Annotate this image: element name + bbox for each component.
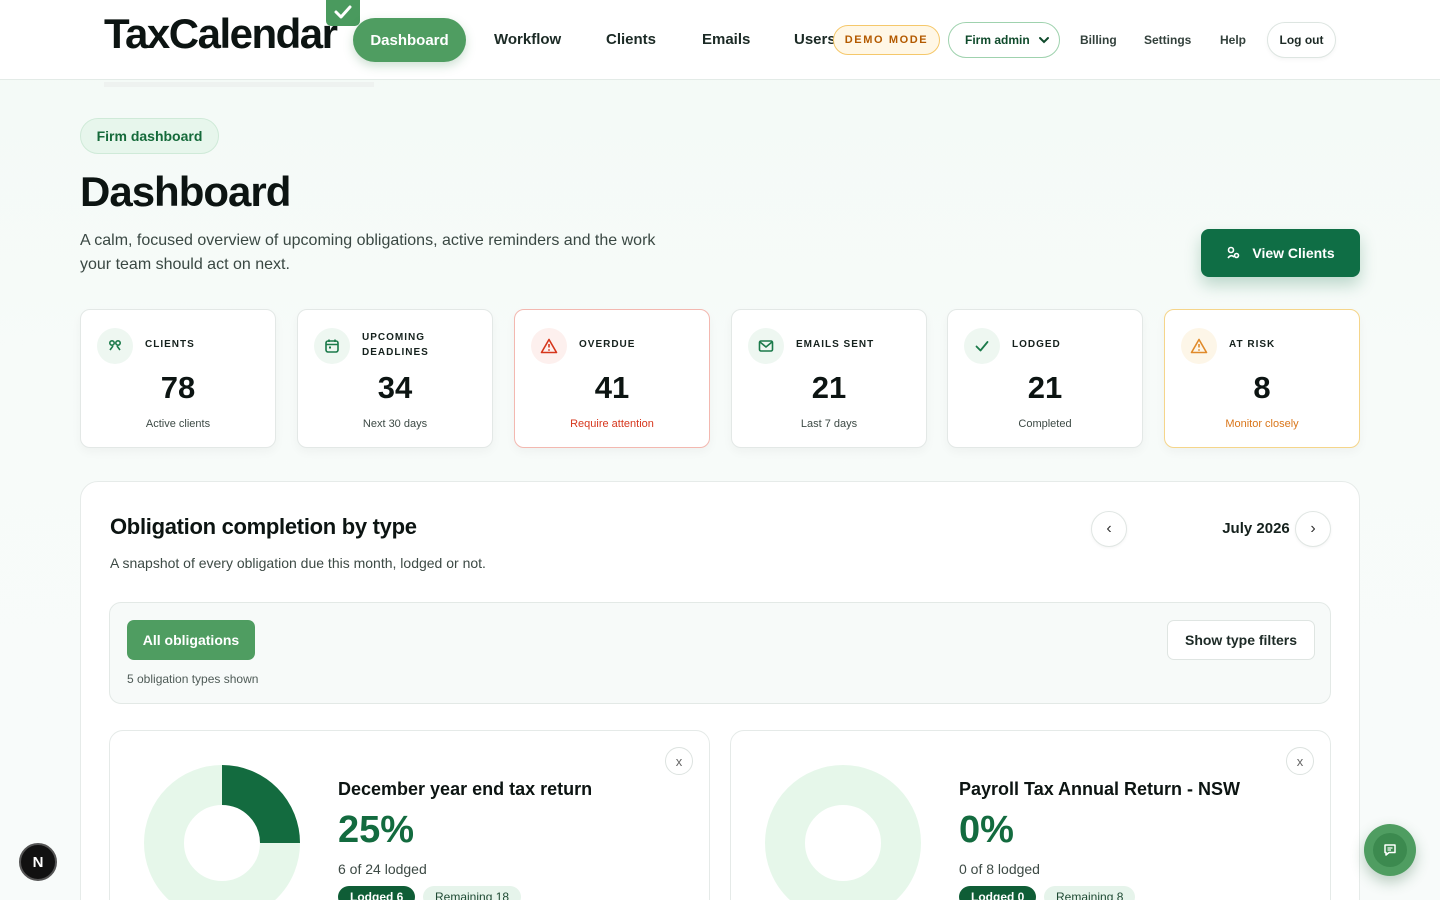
show-type-filters-button[interactable]: Show type filters (1167, 620, 1315, 660)
stat-caption: Active clients (145, 418, 211, 430)
breadcrumb: Firm dashboard (80, 118, 219, 154)
stat-label: AT RISK (1229, 339, 1276, 350)
dev-tools-badge[interactable]: N (19, 843, 57, 881)
types-shown-count: 5 obligation types shown (127, 672, 259, 686)
stat-value: 41 (594, 370, 630, 405)
nav-settings[interactable]: Settings (1144, 33, 1191, 47)
clients-icon (97, 328, 133, 364)
obligation-card: x December year end tax return 25% 6 of … (109, 730, 710, 900)
calendar-icon (314, 328, 350, 364)
top-navigation-bar: TaxCalendar Dashboard Workflow Clients E… (0, 0, 1440, 80)
stat-value: 78 (160, 370, 196, 405)
divider (104, 82, 374, 87)
nav-clients[interactable]: Clients (606, 31, 656, 48)
completion-percent: 25% (338, 809, 415, 851)
nav-workflow[interactable]: Workflow (494, 31, 561, 48)
role-select-value: Firm admin (965, 33, 1030, 47)
nav-users[interactable]: Users (794, 31, 836, 48)
role-select[interactable]: Firm admin (948, 22, 1060, 58)
lodged-count: 6 of 24 lodged (338, 861, 427, 877)
stat-caption: Last 7 days (800, 418, 858, 430)
stat-label: UPCOMING DEADLINES (362, 332, 429, 358)
remaining-tag: Remaining 8 (1044, 886, 1136, 900)
next-month-button[interactable]: › (1295, 511, 1331, 547)
stat-card-clients[interactable]: CLIENTS 78 Active clients (80, 309, 276, 448)
page-title: Dashboard (80, 168, 291, 215)
alert-icon (531, 328, 567, 364)
stat-caption: Monitor closely (1225, 418, 1299, 430)
nav-billing[interactable]: Billing (1080, 33, 1117, 47)
stat-caption: Require attention (570, 418, 654, 430)
stat-caption: Completed (1018, 418, 1072, 430)
stat-label: EMAILS SENT (796, 339, 875, 350)
obligation-card: x Payroll Tax Annual Return - NSW 0% 0 o… (730, 730, 1331, 900)
completion-donut-chart (144, 765, 300, 900)
stat-caption: Next 30 days (362, 418, 428, 430)
obligation-filter-box: All obligations 5 obligation types shown… (109, 602, 1331, 704)
view-clients-button[interactable]: View Clients (1201, 229, 1360, 277)
page-subtitle: A calm, focused overview of upcoming obl… (80, 232, 656, 273)
nav-emails[interactable]: Emails (702, 31, 750, 48)
stat-value: 21 (1027, 370, 1063, 405)
donut-remaining-segment (765, 765, 921, 900)
demo-mode-badge: DEMO MODE (833, 25, 940, 55)
obligation-name: December year end tax return (338, 779, 593, 799)
stat-card-overdue[interactable]: OVERDUE 41 Require attention (514, 309, 710, 448)
stat-card-lodged[interactable]: LODGED 21 Completed (947, 309, 1143, 448)
stat-label: CLIENTS (145, 339, 195, 350)
calendar-check-icon (326, 0, 360, 26)
stat-card-at-risk[interactable]: AT RISK 8 Monitor closely (1164, 309, 1360, 448)
stat-card-upcoming-deadlines[interactable]: UPCOMING DEADLINES 34 Next 30 days (297, 309, 493, 448)
chevron-down-icon (1039, 37, 1049, 44)
completion-percent: 0% (959, 809, 1014, 851)
view-clients-label: View Clients (1252, 245, 1335, 261)
mail-icon (748, 328, 784, 364)
lodged-tag: Lodged 0 (959, 886, 1037, 900)
completion-donut-chart (765, 765, 921, 900)
stat-value: 21 (811, 370, 847, 405)
warning-icon (1181, 328, 1217, 364)
logo[interactable]: TaxCalendar (104, 12, 338, 56)
chat-button[interactable] (1364, 824, 1416, 876)
stat-value: 8 (1253, 370, 1271, 405)
nav-help[interactable]: Help (1220, 33, 1246, 47)
donut-lodged-segment (221, 765, 300, 844)
obligation-completion-panel: Obligation completion by type A snapshot… (80, 481, 1360, 900)
lodged-tag: Lodged 6 (338, 886, 416, 900)
stat-label: OVERDUE (579, 339, 636, 350)
close-card-button[interactable]: x (1286, 747, 1314, 775)
close-card-button[interactable]: x (665, 747, 693, 775)
chat-icon (1384, 844, 1396, 856)
stat-label: LODGED (1012, 339, 1061, 350)
previous-month-button[interactable]: ‹ (1091, 511, 1127, 547)
check-icon (964, 328, 1000, 364)
obligation-name: Payroll Tax Annual Return - NSW (959, 779, 1241, 799)
stat-value: 34 (377, 370, 413, 405)
people-icon (1227, 246, 1240, 259)
stat-card-emails-sent[interactable]: EMAILS SENT 21 Last 7 days (731, 309, 927, 448)
lodged-count: 0 of 8 lodged (959, 861, 1040, 877)
panel-title: Obligation completion by type (110, 514, 417, 539)
panel-subtitle: A snapshot of every obligation due this … (110, 555, 486, 571)
nav-dashboard[interactable]: Dashboard (353, 18, 466, 62)
all-obligations-button[interactable]: All obligations (127, 620, 255, 660)
logout-button[interactable]: Log out (1267, 22, 1336, 58)
remaining-tag: Remaining 18 (423, 886, 522, 900)
